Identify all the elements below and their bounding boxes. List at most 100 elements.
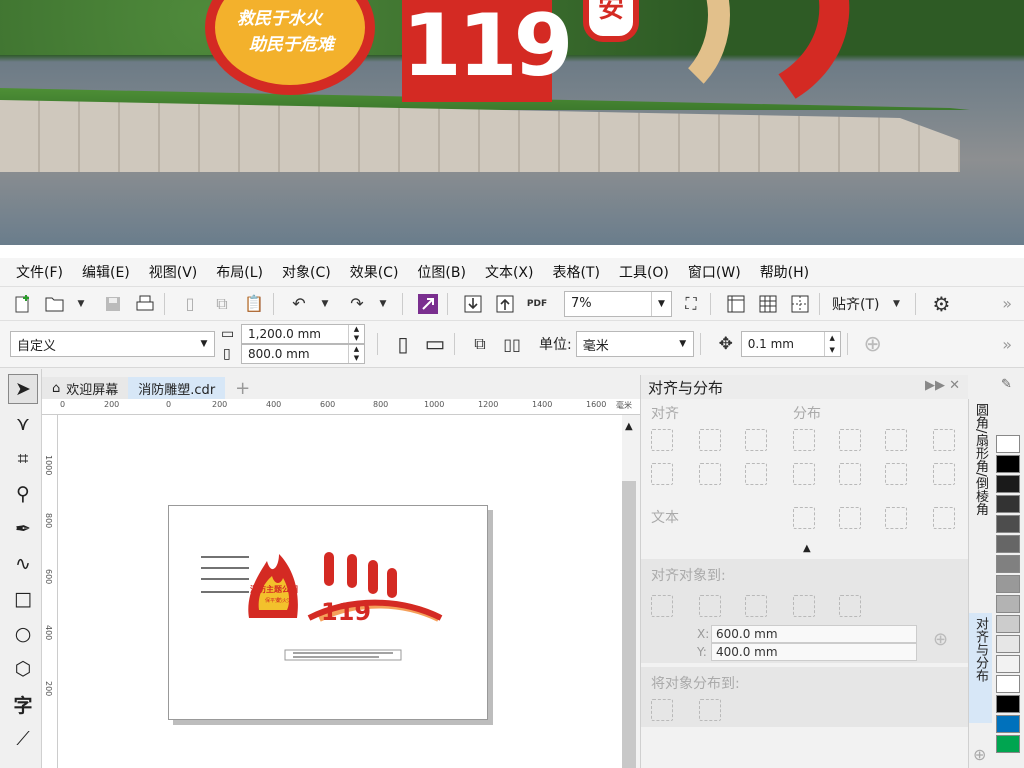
distribute-to-selection-icon[interactable] — [651, 699, 673, 721]
distribute-spacing-v-icon[interactable] — [885, 463, 907, 485]
options-gear-icon[interactable]: ⚙ — [928, 291, 954, 317]
menu-object[interactable]: 对象(C) — [282, 262, 331, 282]
palette-swatch[interactable] — [996, 455, 1020, 473]
eyedropper-icon[interactable]: ✎ — [1001, 377, 1012, 392]
all-pages-icon[interactable]: ⧉ — [467, 331, 493, 357]
distribute-to-page-icon[interactable] — [699, 699, 721, 721]
page-preset-dropdown-icon[interactable]: ▼ — [194, 332, 214, 356]
drawing-canvas[interactable]: 消防主题公园 保平安 防火灾 119 — [58, 415, 622, 768]
palette-swatch[interactable] — [996, 495, 1020, 513]
palette-swatch[interactable] — [996, 515, 1020, 533]
zoom-tool-icon[interactable]: ⚲ — [8, 479, 38, 509]
tab-document[interactable]: 消防雕塑.cdr — [128, 377, 226, 399]
docker-close-icon[interactable]: ▶▶ ✕ — [925, 378, 960, 393]
undo-dropdown-icon[interactable]: ▼ — [312, 291, 338, 317]
ellipse-tool-icon[interactable]: ○ — [8, 619, 38, 649]
menu-file[interactable]: 文件(F) — [16, 262, 63, 282]
width-spinner[interactable]: ▲ ▼ — [348, 325, 364, 343]
palette-swatch[interactable] — [996, 715, 1020, 733]
distribute-center-h-icon[interactable] — [839, 429, 861, 451]
tab-welcome[interactable]: ⌂ 欢迎屏幕 — [42, 377, 129, 399]
palette-swatch[interactable] — [996, 675, 1020, 693]
show-rulers-icon[interactable] — [723, 291, 749, 317]
units-dropdown-icon[interactable]: ▼ — [673, 332, 693, 356]
portrait-icon[interactable]: ▯ — [390, 331, 416, 357]
pen-tool-icon[interactable]: ✒ — [8, 514, 38, 544]
palette-swatch[interactable] — [996, 615, 1020, 633]
page-preset-select[interactable]: 自定义 ▼ — [10, 331, 215, 357]
distribute-bottom-icon[interactable] — [933, 463, 955, 485]
text-outline-icon[interactable] — [933, 507, 955, 529]
add-docker-icon[interactable]: ⊕ — [973, 745, 986, 764]
align-to-page-edge-icon[interactable] — [699, 595, 721, 617]
undo-icon[interactable]: ↶ — [286, 291, 312, 317]
copy-icon[interactable]: ⧉ — [209, 291, 235, 317]
distribute-spacing-h-icon[interactable] — [885, 429, 907, 451]
y-coordinate-field[interactable]: Y: 400.0 mm — [697, 643, 917, 661]
palette-swatch[interactable] — [996, 555, 1020, 573]
align-center-v-icon[interactable] — [699, 463, 721, 485]
current-page-icon[interactable]: ▯▯ — [499, 331, 525, 357]
snap-dropdown-icon[interactable]: ▼ — [883, 291, 909, 317]
zoom-dropdown-icon[interactable]: ▼ — [651, 291, 671, 316]
scroll-up-icon[interactable]: ▲ — [625, 421, 633, 432]
publish-pdf-icon[interactable]: PDF — [524, 291, 550, 317]
scrollbar-thumb[interactable] — [622, 481, 636, 768]
distribute-top-icon[interactable] — [793, 463, 815, 485]
tab-fillet-scallop-chamfer[interactable]: 圆角/扇形角/倒棱角 — [969, 399, 992, 599]
tab-align-distribute[interactable]: 对齐与分布 — [969, 613, 992, 723]
text-tool-icon[interactable]: 字 — [8, 689, 38, 719]
palette-swatch[interactable] — [996, 535, 1020, 553]
show-guidelines-icon[interactable] — [787, 291, 813, 317]
menu-help[interactable]: 帮助(H) — [760, 262, 809, 282]
shape-tool-icon[interactable]: ⋎ — [8, 409, 38, 439]
align-to-page-center-icon[interactable] — [745, 595, 767, 617]
artwork-preview[interactable]: 消防主题公园 保平安 防火灾 119 — [169, 506, 489, 721]
vertical-scrollbar[interactable]: ▲ — [622, 415, 640, 768]
palette-swatch[interactable] — [996, 575, 1020, 593]
zoom-level-select[interactable]: 7% ▼ — [564, 290, 672, 317]
nudge-distance-field[interactable]: 0.1 mm ▲ ▼ — [740, 331, 841, 357]
export-icon[interactable] — [492, 291, 518, 317]
propbar-overflow-icon[interactable]: » — [1002, 335, 1012, 354]
pick-tool-icon[interactable]: ➤ — [8, 374, 38, 404]
show-grid-icon[interactable] — [755, 291, 781, 317]
page[interactable]: 消防主题公园 保平安 防火灾 119 — [168, 505, 488, 720]
menu-layout[interactable]: 布局(L) — [216, 262, 263, 282]
text-first-baseline-icon[interactable] — [793, 507, 815, 529]
distribute-left-icon[interactable] — [793, 429, 815, 451]
palette-swatch[interactable] — [996, 635, 1020, 653]
menu-table[interactable]: 表格(T) — [552, 262, 599, 282]
open-folder-icon[interactable] — [42, 291, 68, 317]
height-spinner[interactable]: ▲ ▼ — [348, 345, 364, 363]
new-tab-icon[interactable]: + — [225, 377, 260, 399]
units-select[interactable]: 毫米 ▼ — [575, 331, 694, 357]
align-top-icon[interactable] — [651, 463, 673, 485]
palette-swatch[interactable] — [996, 735, 1020, 753]
menu-text[interactable]: 文本(X) — [485, 262, 534, 282]
align-to-point-icon[interactable] — [839, 595, 861, 617]
dimension-tool-icon[interactable]: ⟋ — [8, 724, 38, 754]
add-preset-icon[interactable]: ⊕ — [860, 331, 886, 357]
save-icon[interactable] — [100, 291, 126, 317]
align-to-active-objects-icon[interactable] — [651, 595, 673, 617]
open-dropdown-icon[interactable]: ▼ — [68, 291, 94, 317]
align-right-icon[interactable] — [745, 429, 767, 451]
paste-icon[interactable]: 📋 — [241, 291, 267, 317]
palette-swatch[interactable] — [996, 695, 1020, 713]
vertical-ruler[interactable]: 1000 800 600 400 200 — [42, 415, 58, 768]
menu-bitmaps[interactable]: 位图(B) — [417, 262, 466, 282]
align-left-icon[interactable] — [651, 429, 673, 451]
nudge-spinner[interactable]: ▲ ▼ — [823, 332, 840, 356]
artistic-media-icon[interactable]: ∿ — [8, 549, 38, 579]
palette-swatch[interactable] — [996, 595, 1020, 613]
align-to-grid-icon[interactable] — [793, 595, 815, 617]
landscape-icon[interactable]: ▭ — [422, 331, 448, 357]
print-icon[interactable] — [132, 291, 158, 317]
align-bottom-icon[interactable] — [745, 463, 767, 485]
import-icon[interactable] — [460, 291, 486, 317]
menu-edit[interactable]: 编辑(E) — [82, 262, 130, 282]
search-content-icon[interactable] — [415, 291, 441, 317]
full-screen-icon[interactable]: ⛶ — [678, 291, 704, 317]
palette-swatch[interactable] — [996, 655, 1020, 673]
